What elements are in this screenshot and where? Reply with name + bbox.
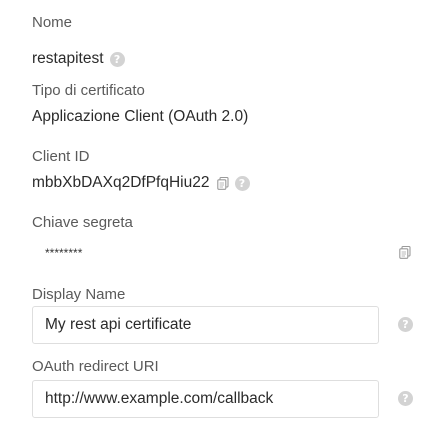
question-circle-icon[interactable]: ? [234,175,250,191]
nome-value: restapitest [32,50,104,67]
copy-icon[interactable] [398,245,412,259]
nome-label: Nome [32,14,73,31]
client-id-value-row: mbbXbDAXq2DfPfqHiu22 ? [32,174,250,192]
question-circle-icon[interactable]: ? [398,317,413,332]
question-circle-icon[interactable]: ? [109,51,125,67]
client-id-value: mbbXbDAXq2DfPfqHiu22 [32,174,210,191]
chiave-label: Chiave segreta [32,214,133,231]
nome-value-row: restapitest ? [32,50,125,68]
copy-icon[interactable] [216,176,230,190]
redirect-uri-label: OAuth redirect URI [32,358,159,375]
tipo-label: Tipo di certificato [32,82,145,99]
tipo-value: Applicazione Client (OAuth 2.0) [32,108,249,125]
display-name-input[interactable] [32,306,379,344]
question-circle-icon[interactable]: ? [398,391,413,406]
secret-key-field[interactable] [32,234,379,272]
display-name-label: Display Name [32,286,126,303]
client-id-label: Client ID [32,148,90,165]
certificate-details-panel: Nome restapitest ? Tipo di certificato A… [0,0,440,430]
redirect-uri-input[interactable] [32,380,379,418]
